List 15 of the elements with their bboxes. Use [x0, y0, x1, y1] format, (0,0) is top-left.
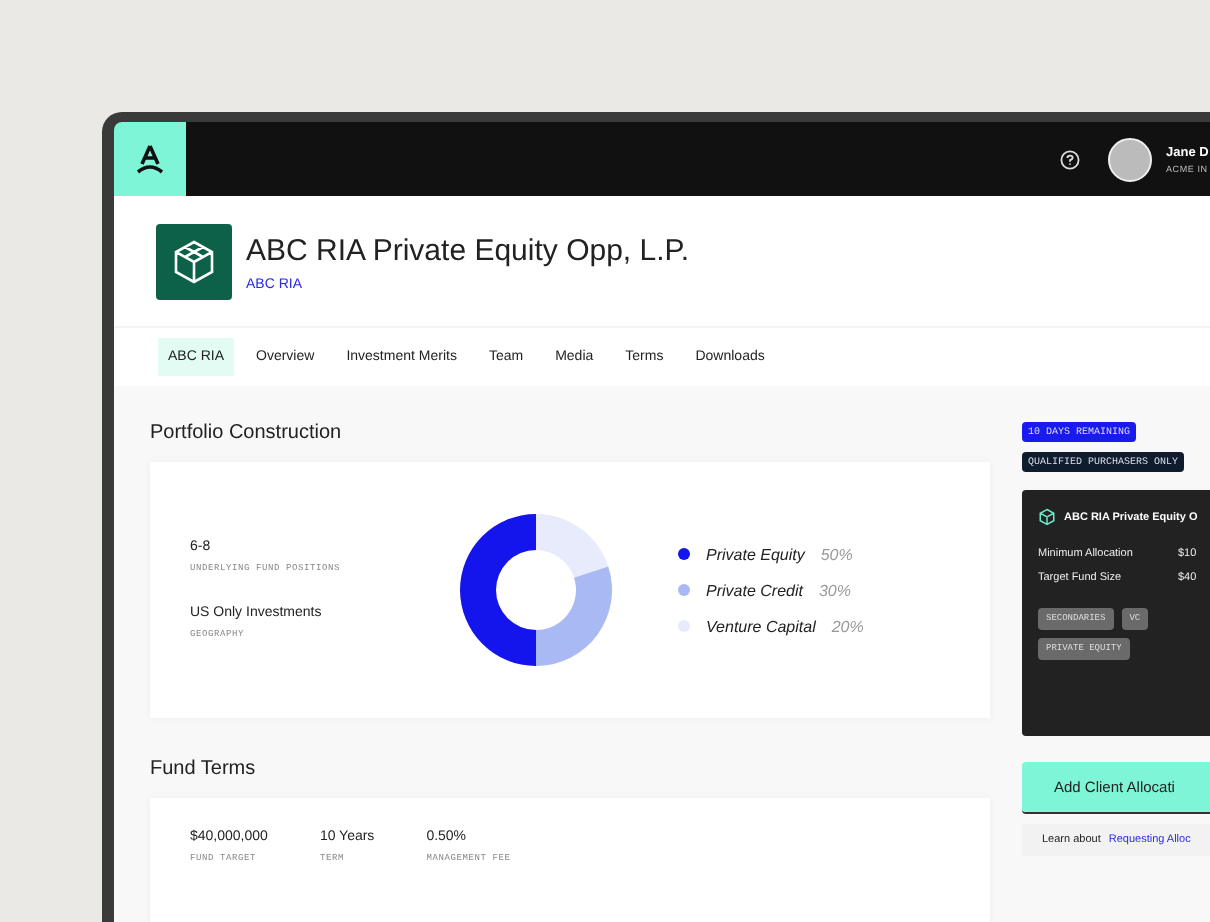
cube-icon — [170, 238, 218, 286]
logo-icon — [134, 142, 166, 176]
legend-label: Venture Capital — [706, 617, 816, 635]
legend-share: 30% — [818, 581, 851, 599]
legend-label: Private Equity — [706, 545, 805, 563]
section-title: Portfolio Construction — [150, 422, 342, 444]
legend-share: 50% — [820, 545, 853, 563]
legend-share: 20% — [831, 617, 864, 635]
help-icon[interactable] — [1060, 149, 1080, 169]
section-title: Fund Terms — [150, 758, 256, 780]
logo-tile[interactable] — [114, 122, 186, 196]
avatar[interactable] — [1108, 137, 1152, 181]
cube-icon — [1038, 508, 1056, 526]
fund-title: ABC RIA Private Equity Opp, L.P. — [246, 233, 689, 267]
legend-label: Private Credit — [706, 581, 803, 599]
